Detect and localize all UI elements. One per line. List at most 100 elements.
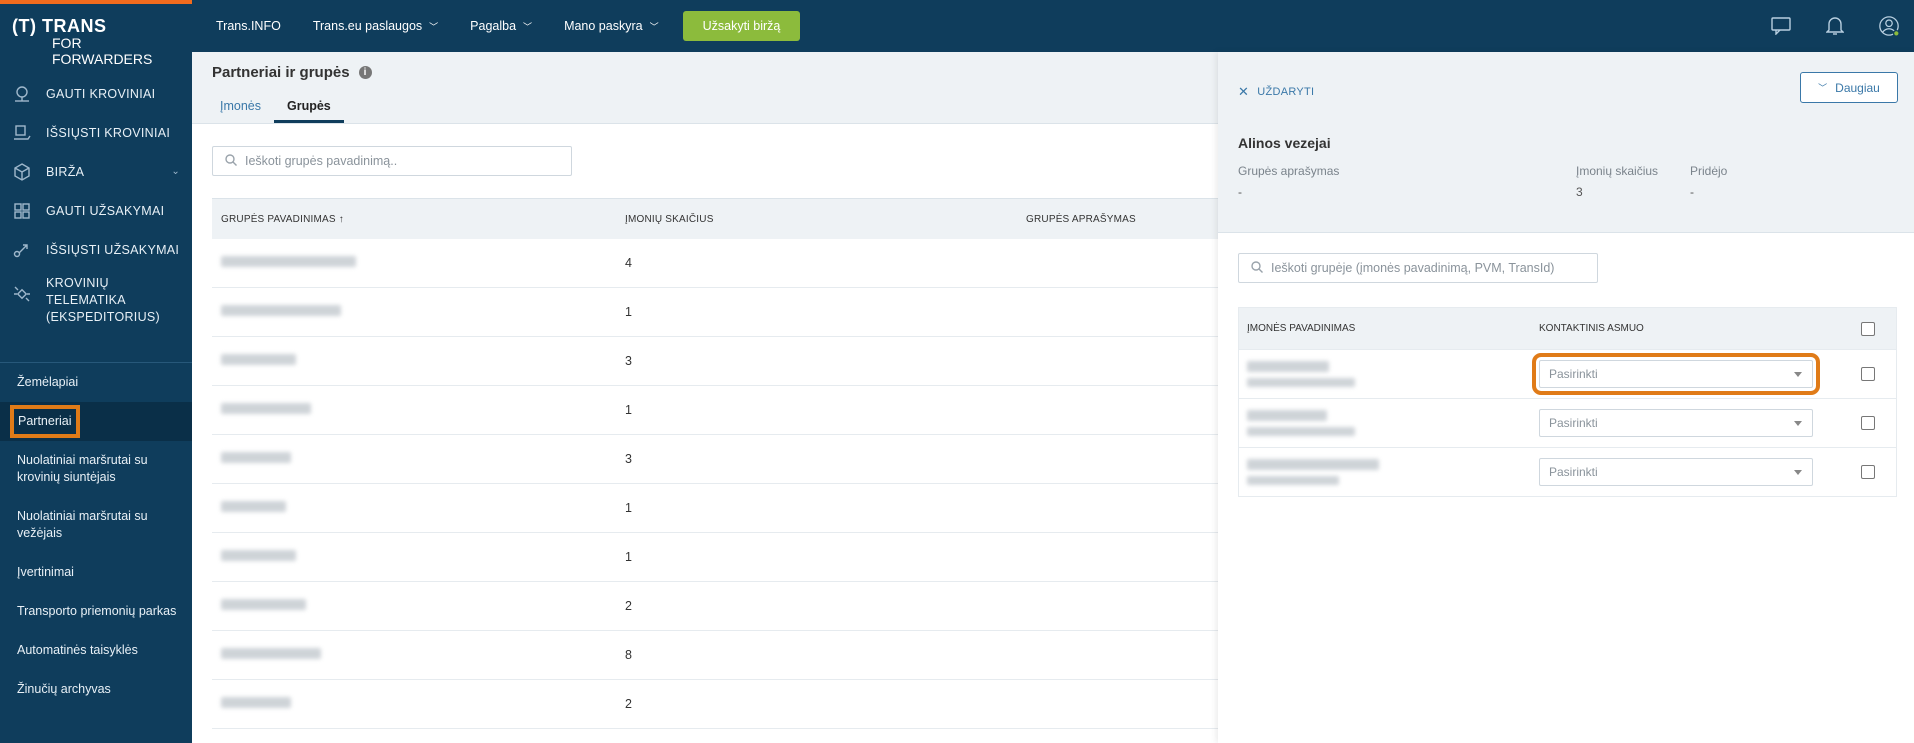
redacted-group-name [221,305,341,316]
contact-person-select[interactable]: Pasirinkti [1532,353,1820,395]
sidebar-item-transporto-parkas[interactable]: Transporto priemonių parkas [0,592,192,631]
row-checkbox[interactable] [1860,465,1875,479]
contact-person-select[interactable]: Pasirinkti [1539,409,1813,437]
group-search-input[interactable] [245,154,565,168]
company-count-label: Įmonių skaičius [1576,164,1659,178]
chevron-down-icon: ﹀ [649,21,659,32]
redacted-company-details [1247,378,1355,387]
topnav-pagalba[interactable]: Pagalba ﹀ [470,19,532,33]
column-header-name[interactable]: GRUPĖS PAVADINIMAS ↑ [212,214,616,225]
tab-imones[interactable]: Įmonės [207,96,274,123]
main-content: Partneriai ir grupės i Įmonės Grupės GRU… [192,52,1218,743]
column-header-contact[interactable]: KONTAKTINIS ASMUO [1539,323,1839,334]
group-member-search-input[interactable] [1271,261,1591,275]
column-header-company[interactable]: ĮMONĖS PAVADINIMAS [1239,323,1539,334]
table-row[interactable]: 3 [212,337,1218,386]
select-all-checkbox[interactable] [1860,321,1875,336]
page-title: Partneriai ir grupės i [212,64,372,81]
topnav-paslaugos[interactable]: Trans.eu paslaugos ﹀ [313,19,438,33]
topnav-label: Pagalba [470,19,517,33]
redacted-company-details [1247,476,1339,485]
select-value: Pasirinkti [1549,465,1598,479]
table-row[interactable]: 1 [212,288,1218,337]
sidebar-item-marsrutai-siuntejai[interactable]: Nuolatiniai maršrutai su krovinių siuntė… [0,441,192,497]
sidebar-item-telematika[interactable]: KROVINIŲ TELEMATIKA (EKSPEDITORIUS) [0,269,192,341]
satellite-icon [11,283,33,305]
company-count: 3 [625,452,632,466]
table-row[interactable]: 1 [212,484,1218,533]
logo[interactable]: (T) TRANS FOR FORWARDERS [12,16,182,67]
sidebar-item-partneriai[interactable]: Partneriai [0,402,192,441]
sidebar-item-label: BIRŽA [46,164,85,179]
sidebar-item-label: Transporto priemonių parkas [17,604,177,618]
sidebar-item-automatines-taisykles[interactable]: Automatinės taisyklės [0,631,192,670]
row-checkbox[interactable] [1860,416,1875,430]
page-title-text: Partneriai ir grupės [212,64,350,81]
sidebar-item-label: Žemėlapiai [17,375,79,389]
column-header-description[interactable]: GRUPĖS APRAŠYMAS [1017,214,1217,225]
chat-icon[interactable] [1770,15,1792,37]
redacted-company-name [1247,361,1329,372]
top-navbar: Trans.INFO Trans.eu paslaugos ﹀ Pagalba ﹀ … [192,0,1914,52]
user-avatar-icon[interactable] [1878,15,1900,37]
redacted-group-name [221,550,296,561]
row-checkbox[interactable] [1860,367,1875,381]
added-by-label: Pridėjo [1690,164,1728,178]
redacted-company-name [1247,410,1327,421]
chevron-down-icon: ﹀ [429,21,439,32]
sidebar-item-gauti-kroviniai[interactable]: GAUTI KROVINIAI [0,74,192,113]
table-row[interactable]: 2 [212,680,1218,729]
tabs: Įmonės Grupės [207,96,344,123]
topbar-icons [1770,0,1914,52]
sidebar-item-label: Nuolatiniai maršrutai su krovinių siuntė… [17,453,148,484]
topnav-mano-paskyra[interactable]: Mano paskyra ﹀ [564,19,659,33]
sidebar-item-label: GAUTI UŽSAKYMAI [46,203,165,218]
redacted-group-name [221,501,286,512]
brand-accent-bar [0,0,192,4]
select-value: Pasirinkti [1549,416,1598,430]
sidebar-item-zinuciu-archyvas[interactable]: Žinučių archyvas [0,670,192,709]
sidebar-item-birza[interactable]: BIRŽA ⌄ [0,152,192,191]
table-row[interactable]: 1 [212,386,1218,435]
sidebar-item-issiusti-kroviniai[interactable]: IŠSIŲSTI KROVINIAI [0,113,192,152]
redacted-group-name [221,403,311,414]
close-panel-button[interactable]: ✕ UŽDARYTI [1238,84,1314,100]
sidebar-item-zemelapiai[interactable]: Žemėlapiai [0,363,192,402]
group-description-value: - [1238,185,1242,199]
sidebar-item-ivertinimai[interactable]: Įvertinimai [0,553,192,592]
contact-person-select[interactable]: Pasirinkti [1539,458,1813,486]
table-row[interactable]: 3 [212,435,1218,484]
bell-icon[interactable] [1824,15,1846,37]
sidebar-item-gauti-uzsakymai[interactable]: GAUTI UŽSAKYMAI [0,191,192,230]
company-count: 8 [625,648,632,662]
table-row[interactable]: 4 [212,239,1218,288]
group-description-label: Grupės aprašymas [1238,164,1340,178]
close-icon: ✕ [1238,84,1250,99]
sidebar-item-issiusti-uzsakymai[interactable]: IŠSIŲSTI UŽSAKYMAI [0,230,192,269]
sidebar-item-marsrutai-vezejai[interactable]: Nuolatiniai maršrutai su vežėjais [0,497,192,553]
group-description-field: Grupės aprašymas - [1238,164,1339,199]
group-member-search [1238,253,1598,283]
sidebar-sub-nav: Žemėlapiai Partneriai Nuolatiniai maršru… [0,362,192,709]
logo-line1: TRANS [42,16,107,36]
table-row[interactable]: 1 [212,533,1218,582]
cargo-received-icon [11,83,33,105]
company-count: 1 [625,403,632,417]
redacted-group-name [221,354,296,365]
caret-down-icon [1794,470,1802,475]
column-header-count[interactable]: ĮMONIŲ SKAIČIUS [616,214,1017,225]
group-name: Alinos vezejai [1238,135,1331,151]
order-exchange-button[interactable]: Užsakyti biržą [682,11,801,41]
select-value: Pasirinkti [1549,367,1598,381]
redacted-group-name [221,648,321,659]
page-header: Partneriai ir grupės i Įmonės Grupės [192,52,1218,124]
table-row[interactable]: 2 [212,582,1218,631]
topnav-trans-info[interactable]: Trans.INFO [216,19,281,33]
table-row[interactable]: 8 [212,631,1218,680]
company-count: 1 [625,550,632,564]
info-icon[interactable]: i [358,66,372,79]
tab-grupes[interactable]: Grupės [274,96,344,123]
sidebar-item-label: IŠSIŲSTI KROVINIAI [46,125,171,140]
more-button[interactable]: ﹀ Daugiau [1800,72,1898,103]
company-count: 3 [625,354,632,368]
